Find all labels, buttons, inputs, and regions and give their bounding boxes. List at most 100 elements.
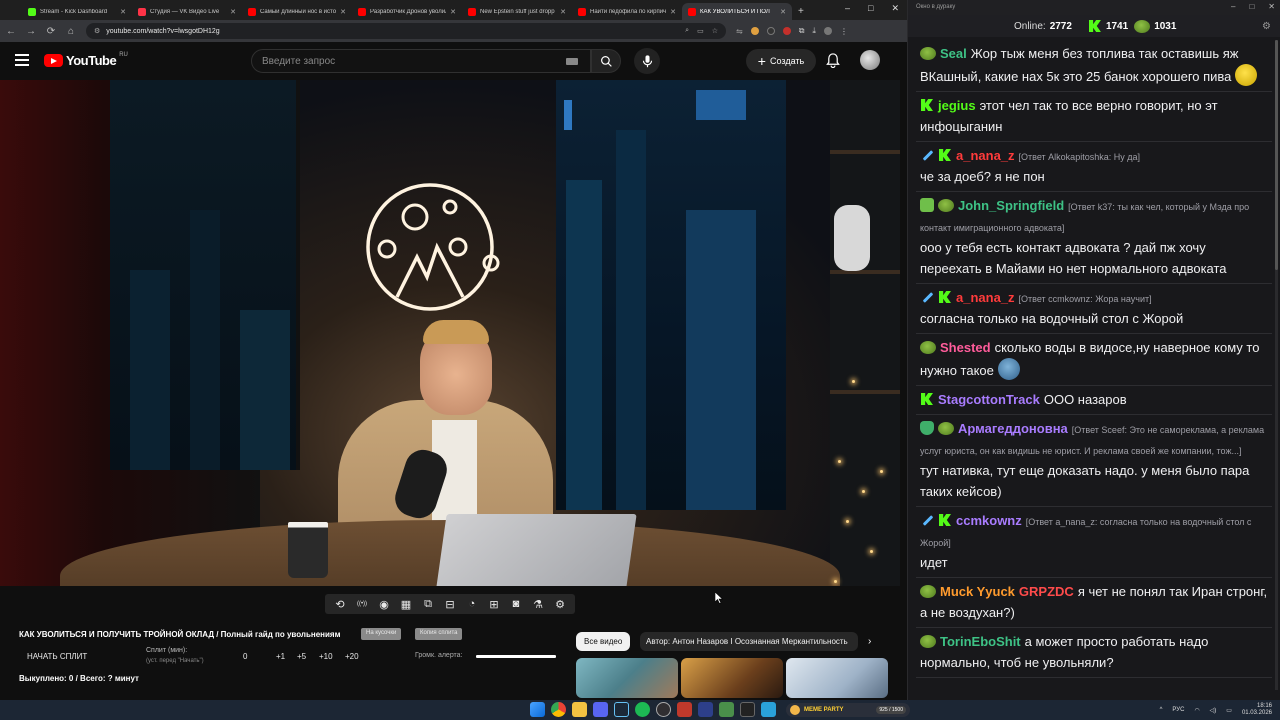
download-icon[interactable]: ⤓ — [812, 26, 816, 36]
steam-icon[interactable] — [614, 702, 629, 717]
tab-close-icon[interactable]: ✕ — [450, 8, 456, 16]
split-add-1-button[interactable]: +1 — [276, 652, 285, 661]
eye-icon[interactable]: ◉ — [378, 598, 391, 611]
extension-dark-icon[interactable] — [766, 27, 775, 35]
cast-icon[interactable]: ▭ — [697, 27, 704, 35]
windows-start-icon[interactable] — [530, 702, 545, 717]
tab-close-icon[interactable]: ✕ — [120, 8, 126, 16]
split-add-20-button[interactable]: +20 — [345, 652, 359, 661]
chip-author[interactable]: Автор: Антон Назаров I Осознанная Меркан… — [640, 632, 858, 651]
terminal-icon[interactable] — [740, 702, 755, 717]
new-tab-button[interactable]: + — [798, 6, 804, 17]
bookmark-star-icon[interactable]: ☆ — [712, 27, 718, 35]
maximize-icon[interactable]: □ — [1249, 2, 1254, 11]
chat-scrollbar-thumb[interactable] — [1275, 40, 1278, 270]
extension-red-icon[interactable] — [782, 27, 791, 35]
chat-username[interactable]: Армагеддоновна — [958, 421, 1068, 436]
create-button[interactable]: + Создать — [746, 49, 816, 73]
browser-tab[interactable]: КАК УВОЛИТЬСЯ И ПОЛ ✕ — [682, 3, 792, 20]
video-thumbnail[interactable] — [786, 658, 888, 698]
extension-orange-icon[interactable] — [750, 27, 759, 35]
search-button[interactable] — [591, 49, 621, 73]
app-icon[interactable] — [677, 702, 692, 717]
media-icon[interactable] — [698, 702, 713, 717]
film-icon[interactable]: ▦ — [400, 598, 413, 611]
chat-reply-context[interactable]: [Ответ Alkokapitoshka: Ну да] — [1019, 152, 1140, 162]
video-thumbnail[interactable] — [576, 658, 678, 698]
add-clip-icon[interactable]: ⊞ — [488, 598, 501, 611]
split-tag-pieces[interactable]: На кусочки — [361, 628, 402, 640]
loop-icon[interactable]: ⟲ — [334, 598, 347, 611]
chip-all-videos[interactable]: Все видео — [576, 632, 631, 651]
discord-icon[interactable] — [593, 702, 608, 717]
tab-close-icon[interactable]: ✕ — [780, 8, 786, 16]
browser-tab[interactable]: Студия — VK Видео Live ✕ — [132, 3, 242, 20]
chat-username[interactable]: a_nana_z — [956, 290, 1015, 305]
chrome-icon[interactable] — [551, 702, 566, 717]
chat-username[interactable]: jegius — [938, 98, 976, 113]
tab-close-icon[interactable]: ✕ — [340, 8, 346, 16]
close-icon[interactable]: ✕ — [891, 3, 899, 14]
tab-close-icon[interactable]: ✕ — [560, 8, 566, 16]
chat-scrollbar[interactable] — [1275, 40, 1278, 690]
chat-username[interactable]: TorinEboShit — [940, 634, 1021, 649]
voice-search-button[interactable] — [634, 48, 660, 74]
youtube-logo[interactable]: YouTube RU — [44, 52, 128, 68]
obs-icon[interactable] — [656, 702, 671, 717]
gear-icon[interactable]: ⚙ — [554, 598, 567, 611]
browser-tab[interactable]: Разработчик Дронов уволил ✕ — [352, 3, 462, 20]
chat-username[interactable]: Seal — [940, 46, 967, 61]
browser-tab[interactable]: Найти педофила по кирпичу ✕ — [572, 3, 682, 20]
flask-icon[interactable]: ⚗ — [532, 598, 545, 611]
home-icon[interactable]: ⌂ — [66, 26, 76, 37]
menu-icon[interactable] — [15, 54, 29, 66]
split-add-5-button[interactable]: +5 — [297, 652, 306, 661]
clock[interactable]: 18:16 01.03.2026 — [1242, 703, 1272, 717]
menu-dots-icon[interactable]: ⋮ — [840, 27, 848, 36]
chat-username-tag[interactable]: GRPZDC — [1019, 584, 1074, 599]
reload-icon[interactable]: ⟳ — [46, 26, 56, 37]
browser-tab[interactable]: New Epstein stuff just dropp ✕ — [462, 3, 572, 20]
chat-username[interactable]: StagcottonTrack — [938, 392, 1040, 407]
chat-username[interactable]: a_nana_z — [956, 148, 1015, 163]
camera-icon[interactable]: ◙ — [510, 598, 523, 611]
battery-icon[interactable]: ▭ — [1226, 707, 1232, 714]
split-tag-copy[interactable]: Копия сплита — [415, 628, 463, 640]
telegram-icon[interactable] — [761, 702, 776, 717]
folder-icon[interactable] — [572, 702, 587, 717]
chat-username[interactable]: ccmkownz — [956, 513, 1022, 528]
search-input[interactable]: Введите запрос — [251, 49, 591, 73]
spotify-icon[interactable] — [635, 702, 650, 717]
wifi-icon[interactable]: ◠ — [1194, 707, 1199, 714]
taskbar-game-widget[interactable]: MEME PARTY 925 / 1500 — [786, 703, 910, 717]
browser-tab[interactable]: Самый длинный нос в истор ✕ — [242, 3, 352, 20]
minimize-icon[interactable]: – — [1231, 2, 1235, 11]
tab-close-icon[interactable]: ✕ — [230, 8, 236, 16]
chat-username[interactable]: Muck Yyuck — [940, 584, 1015, 599]
forward-icon[interactable]: → — [26, 26, 36, 37]
chevron-right-icon[interactable]: › — [868, 636, 871, 647]
start-split-button[interactable]: НАЧАТЬ СПЛИТ — [27, 652, 87, 661]
browser-tab[interactable]: Stream - Kick Dashboard ✕ — [22, 3, 132, 20]
profile-icon[interactable] — [823, 27, 832, 35]
settings-icon[interactable]: ⚙ — [1262, 21, 1271, 32]
chat-reply-context[interactable]: [Ответ ccmkownz: Жора научит] — [1019, 294, 1152, 304]
speed-icon[interactable]: ◔ — [466, 598, 479, 611]
close-icon[interactable]: ✕ — [1268, 2, 1275, 11]
tray-expand-icon[interactable]: ^ — [1160, 707, 1163, 713]
back-icon[interactable]: ← — [6, 26, 16, 37]
alert-volume-slider[interactable] — [476, 655, 556, 658]
split-add-10-button[interactable]: +10 — [319, 652, 333, 661]
minimize-icon[interactable]: – — [845, 3, 850, 14]
language-indicator[interactable]: РУС — [1172, 707, 1184, 713]
volume-icon[interactable]: ◁) — [1210, 707, 1217, 714]
video-player[interactable] — [0, 80, 900, 586]
site-info-icon[interactable]: ⚙ — [94, 27, 100, 35]
video-thumbnail[interactable] — [681, 658, 783, 698]
broadcast-icon[interactable]: ((•)) — [356, 598, 369, 611]
clapper-icon[interactable]: ⊟ — [444, 598, 457, 611]
extensions-puzzle-icon[interactable]: ⧉ — [799, 26, 805, 36]
extension-icon[interactable]: ⇋ — [736, 27, 743, 36]
avatar[interactable] — [860, 50, 880, 70]
keyboard-icon[interactable] — [566, 58, 578, 65]
